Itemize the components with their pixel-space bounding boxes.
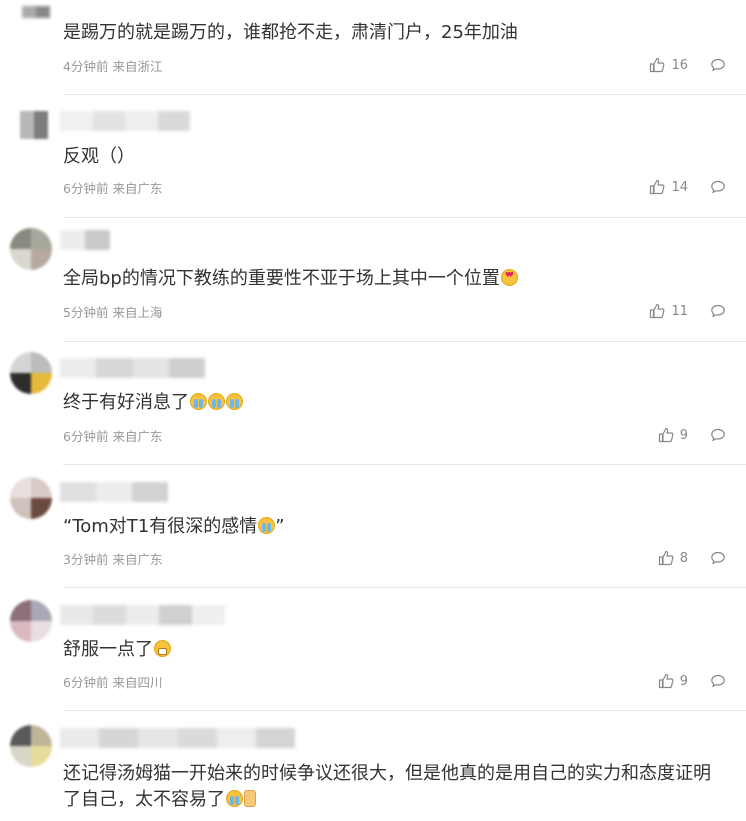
comment-text: 舒服一点了 bbox=[63, 637, 726, 663]
like-count: 9 bbox=[679, 427, 688, 443]
like-count: 8 bbox=[679, 550, 688, 566]
like-count: 11 bbox=[671, 303, 688, 319]
thumbs-up-icon bbox=[658, 673, 674, 689]
comment-meta: 6分钟前 来自四川 bbox=[63, 674, 162, 692]
comment-actions: 14 bbox=[649, 179, 726, 195]
like-count: 14 bbox=[671, 179, 688, 195]
comment-time: 4分钟前 bbox=[63, 59, 109, 74]
crying-face-emoji bbox=[208, 393, 225, 410]
comment-item: “Tom对T1有很深的感情” 3分钟前 来自广东 8 bbox=[0, 465, 746, 588]
like-button[interactable]: 9 bbox=[658, 673, 688, 689]
reply-button[interactable] bbox=[710, 179, 726, 195]
reply-button[interactable] bbox=[710, 427, 726, 443]
comment-text: 全局bp的情况下教练的重要性不亚于场上其中一个位置 bbox=[63, 266, 726, 292]
username-blurred[interactable] bbox=[60, 605, 225, 625]
username-blurred[interactable] bbox=[60, 358, 205, 378]
reply-button[interactable] bbox=[710, 57, 726, 73]
username-blurred[interactable] bbox=[22, 6, 50, 18]
comment-bubble-icon bbox=[711, 304, 725, 318]
like-count: 16 bbox=[671, 57, 688, 73]
like-button[interactable]: 14 bbox=[649, 179, 688, 195]
thumbs-up-icon bbox=[650, 57, 665, 73]
comment-text: “Tom对T1有很深的感情” bbox=[63, 516, 285, 537]
thumbs-up-icon bbox=[658, 550, 674, 566]
comment-location: 来自四川 bbox=[112, 675, 163, 690]
comment-time: 6分钟前 bbox=[63, 429, 109, 444]
avatar[interactable] bbox=[10, 600, 52, 642]
grin-face-emoji bbox=[154, 640, 171, 657]
avatar[interactable] bbox=[20, 111, 48, 139]
like-button[interactable]: 11 bbox=[649, 303, 688, 319]
comment-location: 来自广东 bbox=[112, 429, 163, 444]
avatar[interactable] bbox=[10, 228, 52, 270]
thumbs-up-icon bbox=[650, 179, 665, 195]
crying-face-emoji bbox=[226, 790, 243, 807]
comment-actions: 8 bbox=[658, 550, 726, 566]
comment-item: 反观（） 6分钟前 来自广东 14 bbox=[0, 95, 746, 218]
comment-text: 反观（） bbox=[63, 146, 135, 167]
like-button[interactable]: 16 bbox=[649, 57, 688, 73]
comment-meta: 3分钟前 来自广东 bbox=[63, 551, 162, 569]
reply-button[interactable] bbox=[710, 673, 726, 689]
like-count: 9 bbox=[679, 673, 688, 689]
comment-time: 6分钟前 bbox=[63, 181, 109, 196]
like-button[interactable]: 8 bbox=[658, 550, 688, 566]
comment-item: 还记得汤姆猫一开始来的时候争议还很大，但是他真的是用自己的实力和态度证明了自己，… bbox=[0, 711, 746, 821]
comment-actions: 11 bbox=[649, 303, 726, 319]
comment-actions: 16 bbox=[649, 57, 726, 73]
comment-time: 3分钟前 bbox=[63, 552, 109, 567]
love-face-emoji bbox=[500, 269, 518, 286]
comment-item: 全局bp的情况下教练的重要性不亚于场上其中一个位置 5分钟前来自上海 11 bbox=[0, 218, 746, 342]
avatar[interactable] bbox=[10, 352, 52, 394]
comment-item: 是踢万的就是踢万的，谁都抢不走，肃清门户，25年加油 4分钟前 来自浙江 16 bbox=[0, 0, 746, 95]
username-blurred[interactable] bbox=[60, 230, 110, 250]
comment-meta: 6分钟前 来自广东 bbox=[63, 428, 162, 446]
comment-meta: 6分钟前 来自广东 bbox=[63, 180, 162, 198]
comment-text: 终于有好消息了 bbox=[63, 390, 726, 416]
comment-meta: 4分钟前 来自浙江 bbox=[63, 58, 162, 76]
comment-bubble-icon bbox=[711, 180, 725, 194]
comment-location: 来自浙江 bbox=[112, 59, 163, 74]
avatar[interactable] bbox=[10, 477, 52, 519]
comment-time: 6分钟前 bbox=[63, 675, 109, 690]
username-blurred[interactable] bbox=[60, 482, 168, 502]
comment-item: 舒服一点了 6分钟前 来自四川 9 bbox=[0, 588, 746, 711]
comment-location: 来自上海 bbox=[112, 305, 163, 320]
thumbs-up-icon bbox=[658, 427, 674, 443]
comment-location: 来自广东 bbox=[112, 552, 163, 567]
crying-face-emoji bbox=[226, 393, 243, 410]
comment-time: 5分钟前 bbox=[63, 305, 109, 320]
avatar[interactable] bbox=[10, 725, 52, 767]
like-button[interactable]: 9 bbox=[658, 427, 688, 443]
comment-actions: 9 bbox=[658, 673, 726, 689]
thumbs-up-emoji bbox=[244, 790, 256, 807]
comment-bubble-icon bbox=[711, 551, 725, 565]
comment-actions: 9 bbox=[658, 427, 726, 443]
comment-bubble-icon bbox=[711, 674, 725, 688]
crying-face-emoji bbox=[190, 393, 207, 410]
comment-text: 还记得汤姆猫一开始来的时候争议还很大，但是他真的是用自己的实力和态度证明了自己，… bbox=[63, 763, 711, 810]
username-blurred[interactable] bbox=[60, 728, 296, 748]
reply-button[interactable] bbox=[710, 303, 726, 319]
reply-button[interactable] bbox=[710, 550, 726, 566]
comment-text: 是踢万的就是踢万的，谁都抢不走，肃清门户，25年加油 bbox=[63, 22, 518, 43]
comment-item: 终于有好消息了 6分钟前 来自广东 9 bbox=[0, 342, 746, 465]
comment-location: 来自广东 bbox=[112, 181, 163, 196]
comment-meta: 5分钟前 来自上海 bbox=[63, 304, 162, 322]
thumbs-up-icon bbox=[650, 303, 665, 319]
username-blurred[interactable] bbox=[60, 111, 190, 131]
comment-bubble-icon bbox=[711, 428, 725, 442]
crying-face-emoji bbox=[258, 517, 276, 534]
comment-bubble-icon bbox=[711, 58, 725, 72]
